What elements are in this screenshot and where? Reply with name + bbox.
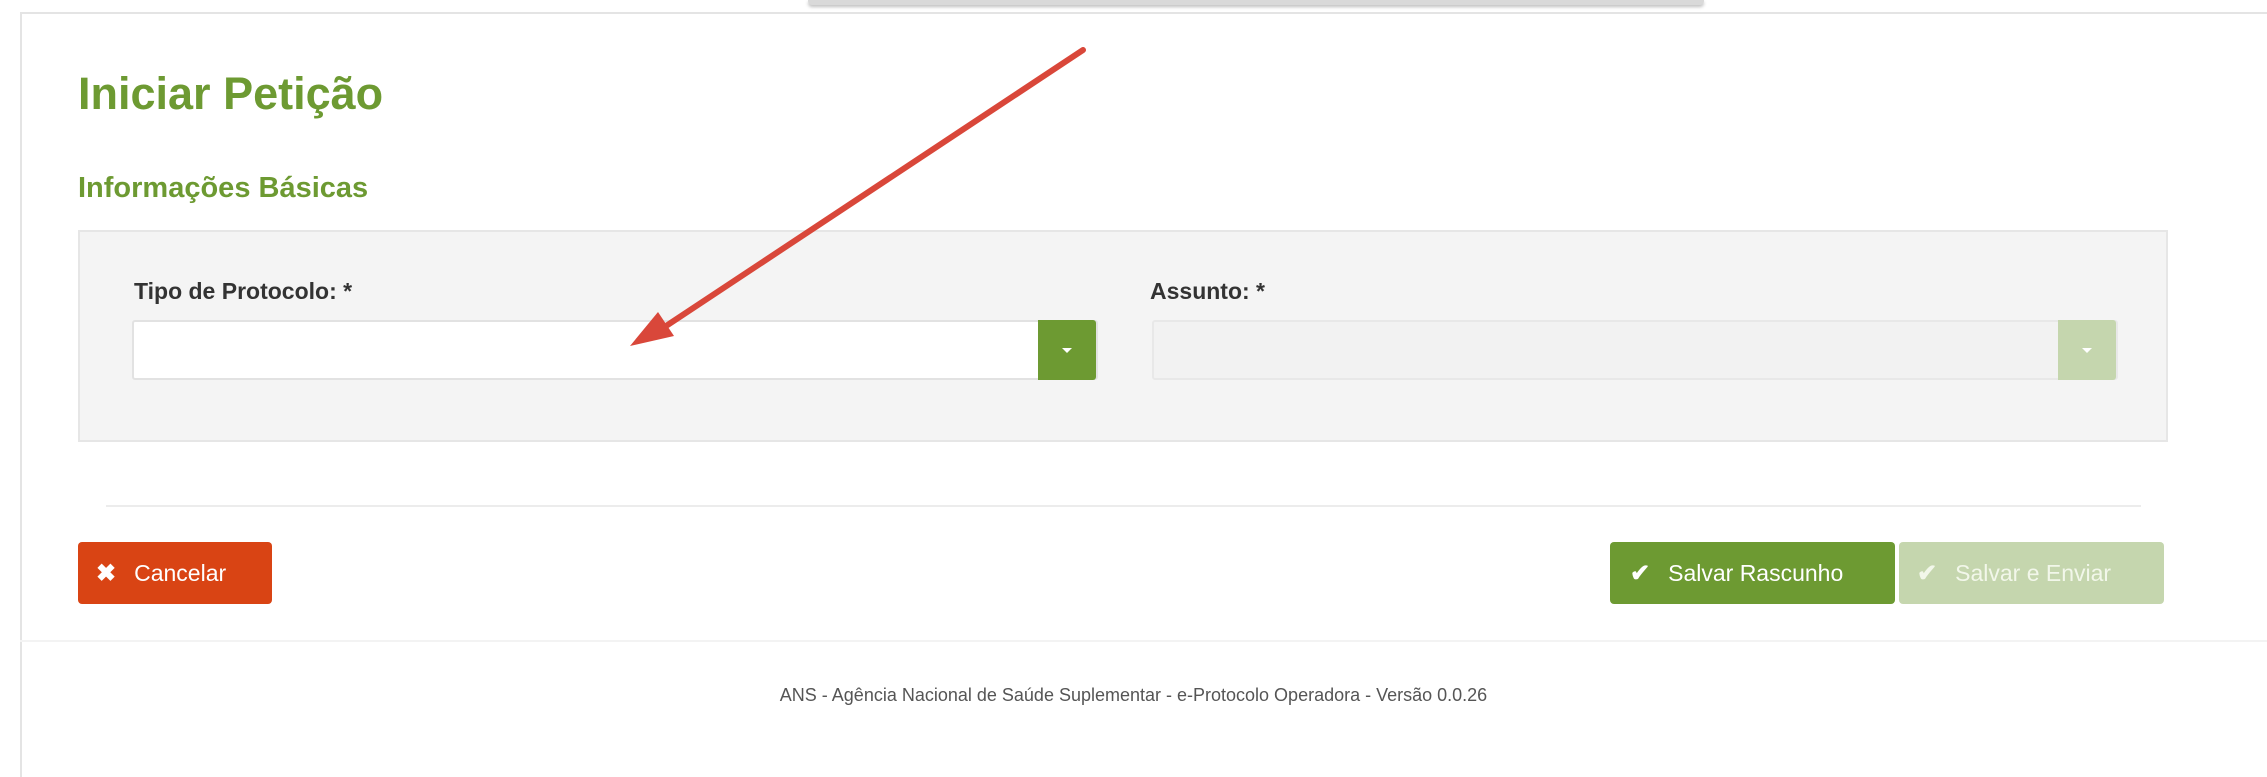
section-title: Informações Básicas (78, 172, 369, 204)
top-tab-shadow (808, 0, 1704, 5)
cancel-button[interactable]: ✖ Cancelar (78, 542, 272, 604)
basic-info-panel: Tipo de Protocolo: * Assunto: * (78, 230, 2168, 442)
caret-down-icon (1062, 347, 1072, 353)
assunto-select[interactable] (1152, 320, 2118, 380)
check-icon: ✔ (1917, 559, 1938, 587)
save-draft-button[interactable]: ✔ Salvar Rascunho (1610, 542, 1895, 604)
assunto-label: Assunto: * (1150, 278, 1265, 304)
footer-text: ANS - Agência Nacional de Saúde Suplemen… (779, 685, 1488, 705)
assunto-dropdown-button[interactable] (2058, 320, 2116, 380)
divider (106, 505, 2141, 507)
save-draft-button-label: Salvar Rascunho (1668, 559, 1844, 586)
cancel-button-label: Cancelar (134, 559, 227, 586)
times-icon: ✖ (96, 559, 117, 587)
tipo-protocolo-dropdown-button[interactable] (1038, 320, 1096, 380)
page-title: Iniciar Petição (78, 68, 384, 119)
caret-down-icon (2082, 347, 2092, 353)
tipo-protocolo-label: Tipo de Protocolo: * (134, 278, 353, 304)
save-and-send-button[interactable]: ✔ Salvar e Enviar (1899, 542, 2164, 604)
save-and-send-button-label: Salvar e Enviar (1955, 559, 2112, 586)
tipo-protocolo-select[interactable] (132, 320, 1098, 380)
check-icon: ✔ (1630, 559, 1651, 587)
footer-separator (20, 640, 2267, 642)
